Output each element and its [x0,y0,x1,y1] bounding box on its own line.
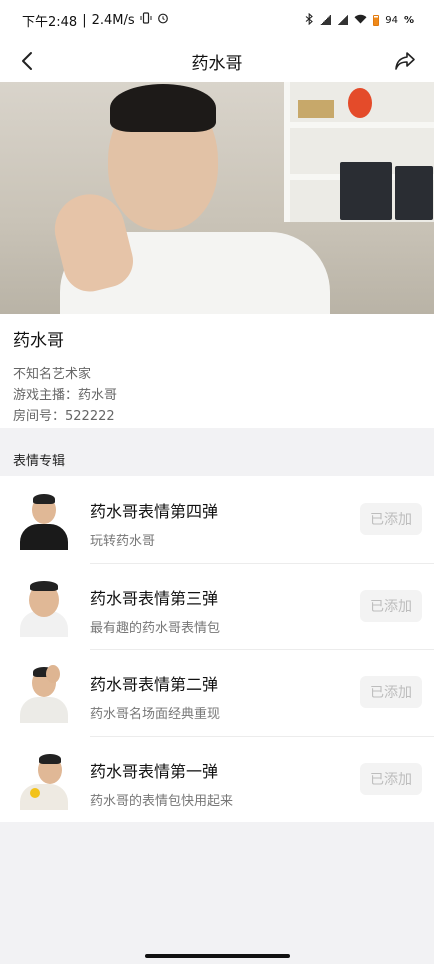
alarm-icon [157,12,169,28]
cover-photo [0,82,434,314]
profile-room-number: 房间号：522222 [13,409,115,424]
album-thumbnail [12,663,74,723]
person-hair [110,84,216,132]
status-bar: 下午2:48 | 2.4M/s 94% [0,0,434,40]
thumb-hair [39,753,61,764]
jar-shape [298,100,334,118]
album-item-1[interactable]: 药水哥表情第一弹 药水哥的表情包快用起来 已添加 [0,735,434,823]
thumb-body [20,783,68,810]
battery-icon [373,14,380,26]
album-title: 药水哥表情第二弹 [90,675,219,694]
profile-streamer: 游戏主播：药水哥 [13,388,118,403]
album-title: 药水哥表情第一弹 [90,761,219,781]
added-button[interactable]: 已添加 [360,589,422,622]
battery-level: 94 [385,14,398,26]
album-subtitle: 最有趣的药水哥表情包 [90,620,221,636]
section-title: 表情专辑 [13,454,66,469]
thumb-cup [30,787,40,798]
album-item-2[interactable]: 药水哥表情第二弹 药水哥名场面经典重现 已添加 [0,649,434,736]
share-icon [395,52,415,70]
album-thumbnail [12,750,74,810]
thumb-hand [46,665,60,683]
wifi-icon [354,14,367,27]
status-network-speed: 2.4M/s [91,12,135,28]
album-item-4[interactable]: 药水哥表情第四弹 玩转药水哥 已添加 [0,476,434,563]
back-button[interactable] [12,46,42,76]
album-subtitle: 药水哥的表情包快用起来 [90,793,234,809]
status-left: 下午2:48 | 2.4M/s [22,11,169,30]
album-text: 药水哥表情第四弹 玩转药水哥 [90,498,218,549]
added-button[interactable]: 已添加 [360,676,422,708]
album-item-3[interactable]: 药水哥表情第三弹 最有趣的药水哥表情包 已添加 [0,562,434,650]
page-title: 药水哥 [191,53,243,74]
album-thumbnail [12,577,74,637]
bluetooth-icon [305,12,314,28]
album-text: 药水哥表情第三弹 最有趣的药水哥表情包 [90,585,220,636]
profile-description: 不知名艺术家 [13,367,92,382]
signal-icon-2 [337,15,349,25]
thumb-body [20,524,68,550]
album-list: 药水哥表情第四弹 玩转药水哥 已添加 药水哥表情第三弹 最有趣的药水哥表情包 已… [0,476,434,822]
thumb-hair [30,580,58,591]
profile-name: 药水哥 [13,331,64,351]
chevron-left-icon [22,52,32,70]
signal-icon [320,15,332,25]
album-text: 药水哥表情第二弹 药水哥名场面经典重现 [90,671,220,722]
thumb-hair [33,494,55,504]
added-button[interactable]: 已添加 [360,762,422,795]
album-subtitle: 药水哥名场面经典重现 [90,707,221,722]
nav-bar: 药水哥 [0,40,434,82]
added-button[interactable]: 已添加 [360,503,422,535]
thumb-body [20,697,68,723]
profile-info: 药水哥 不知名艺术家 游戏主播：药水哥 房间号：522222 [0,314,434,428]
share-button[interactable] [390,46,420,76]
home-indicator[interactable] [145,954,290,958]
status-time: 下午2:48 [22,14,78,30]
album-subtitle: 玩转药水哥 [90,534,156,549]
album-text: 药水哥表情第一弹 药水哥的表情包快用起来 [90,758,233,809]
status-right: 94% [305,12,414,28]
shelf-board [284,122,434,128]
speaker-shape [340,162,392,220]
speaker-shape [395,166,433,220]
battery-unit: % [403,14,414,26]
album-title: 药水哥表情第四弹 [90,502,219,521]
status-divider: | [82,12,87,28]
album-title: 药水哥表情第三弹 [90,588,219,608]
album-thumbnail [12,490,74,550]
vibrate-icon [140,12,152,28]
figurine-shape [348,88,372,118]
